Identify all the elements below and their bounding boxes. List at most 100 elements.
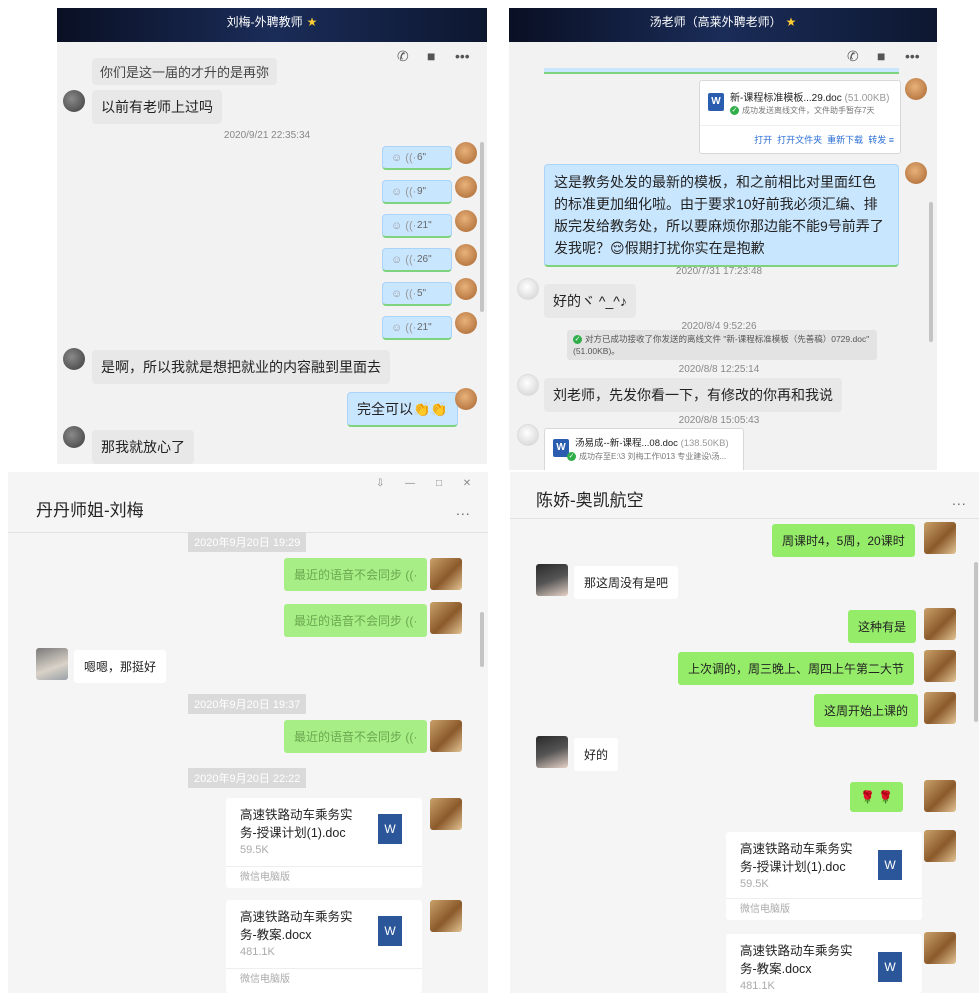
scrollbar[interactable] (929, 202, 933, 342)
avatar[interactable] (36, 648, 68, 680)
voice-message[interactable]: ☺ ((· 26" (382, 248, 452, 272)
timestamp: 2020年9月20日 19:37 (188, 694, 307, 714)
avatar[interactable] (455, 312, 477, 334)
message-bubble: 上次调的，周三晚上、周四上午第二大节 (678, 652, 915, 685)
scrollbar[interactable] (480, 142, 484, 312)
more-icon[interactable]: ... (952, 492, 967, 508)
avatar[interactable] (536, 736, 568, 768)
file-card[interactable]: 高速铁路动车乘务实务-授课计划(1).doc 59.5K W 微信电脑版 (226, 798, 422, 888)
message-bubble: 是啊，所以我就是想把就业的内容融到里面去 (92, 350, 390, 384)
video-icon[interactable]: ■ (427, 48, 435, 64)
avatar[interactable] (455, 278, 477, 300)
more-icon[interactable]: ••• (905, 48, 920, 64)
file-card[interactable]: W 新-课程标准模板...29.doc (51.00KB) ✓ 成功发送离线文件，… (699, 80, 901, 154)
message-bubble: 好的ヾ ^_^♪ (544, 284, 636, 318)
file-name: 新-课程标准模板...29.doc (730, 93, 842, 104)
timestamp: 2020/9/21 22:35:34 (223, 130, 311, 141)
file-size: 481.1K (240, 946, 275, 958)
avatar[interactable] (455, 210, 477, 232)
voice-icon: ((· (405, 614, 418, 628)
avatar[interactable] (430, 558, 462, 590)
message-bubble: 好的 (574, 738, 619, 771)
minimize-icon[interactable]: — (405, 478, 415, 489)
file-size: 481.1K (740, 980, 775, 992)
timestamp: 2020/8/8 15:05:43 (678, 415, 760, 426)
menu-icon[interactable]: ≡ (889, 135, 894, 145)
avatar[interactable] (430, 900, 462, 932)
phone-icon[interactable]: ✆ (397, 48, 409, 65)
redownload-link[interactable]: 重新下载 (827, 135, 863, 145)
avatar[interactable] (63, 426, 85, 448)
file-status: 成功发送离线文件，文件助手暂存7天 (742, 106, 875, 115)
scrollbar[interactable] (974, 562, 978, 722)
avatar[interactable] (536, 564, 568, 596)
avatar[interactable] (455, 388, 477, 410)
avatar[interactable] (455, 142, 477, 164)
chat-panel-chenjiao-wechat: 陈娇-奥凯航空 ... 周课时4，5周，20课时 那这周没有是吧 这种有是 上次… (510, 472, 979, 993)
file-size: 59.5K (740, 878, 769, 890)
avatar[interactable] (430, 720, 462, 752)
avatar[interactable] (63, 90, 85, 112)
avatar[interactable] (924, 522, 956, 554)
window-title-bar: 刘梅-外聘教师 ★ (57, 8, 487, 42)
maximize-icon[interactable]: □ (436, 478, 442, 489)
avatar[interactable] (517, 278, 539, 300)
file-card[interactable]: 高速铁路动车乘务实务-教案.docx 481.1K W (726, 934, 922, 993)
message-list[interactable]: 你们是这一届的才升的是再弥 以前有老师上过吗 2020/9/21 22:35:3… (57, 58, 487, 464)
avatar[interactable] (430, 602, 462, 634)
avatar[interactable] (455, 244, 477, 266)
forward-link[interactable]: 转发 (868, 135, 886, 145)
voice-message[interactable]: ☺ ((· 5" (382, 282, 452, 306)
file-footer: 微信电脑版 (226, 968, 422, 990)
message-list[interactable]: W 新-课程标准模板...29.doc (51.00KB) ✓ 成功发送离线文件，… (509, 68, 937, 470)
check-icon: ✓ (573, 335, 582, 345)
avatar[interactable] (430, 798, 462, 830)
avatar[interactable] (924, 932, 956, 964)
word-doc-icon: W (878, 952, 902, 982)
open-file-link[interactable]: 打开 (754, 135, 772, 145)
message-bubble: 这是教务处发的最新的模板，和之前相比对里面红色的标准更加细化啦。由于要求10好前… (544, 164, 899, 267)
file-card[interactable]: 高速铁路动车乘务实务-授课计划(1).doc 59.5K W 微信电脑版 (726, 832, 922, 920)
message-bubble: 那我就放心了 (92, 430, 194, 464)
avatar[interactable] (924, 608, 956, 640)
window-title-bar: 汤老师（高莱外聘老师） ★ (509, 8, 937, 42)
message-bubble: 完全可以👏👏 (347, 392, 458, 427)
system-notice-text: 对方已成功接收了你发送的离线文件 "新-课程标准模板（先善稿）0729.doc"… (573, 334, 870, 356)
file-status: 成功存至E:\3 刘梅工作\013 专业建设\汤... (579, 452, 727, 461)
voice-message[interactable]: ☺ ((· 6" (382, 146, 452, 170)
avatar[interactable] (63, 348, 85, 370)
phone-icon[interactable]: ✆ (847, 48, 859, 65)
avatar[interactable] (905, 162, 927, 184)
chat-title: 陈娇-奥凯航空 (536, 491, 644, 510)
close-icon[interactable]: ✕ (463, 478, 471, 489)
file-name: 高速铁路动车乘务实务-教案.docx (740, 944, 853, 976)
video-icon[interactable]: ■ (877, 48, 885, 64)
pin-icon[interactable]: ⇩ (376, 478, 384, 489)
file-card[interactable]: 高速铁路动车乘务实务-教案.docx 481.1K W 微信电脑版 (226, 900, 422, 993)
avatar[interactable] (455, 176, 477, 198)
voice-message[interactable]: ☺ ((· 9" (382, 180, 452, 204)
timestamp: 2020年9月20日 19:29 (188, 532, 307, 552)
open-folder-link[interactable]: 打开文件夹 (777, 135, 822, 145)
scrollbar[interactable] (480, 612, 484, 667)
avatar[interactable] (517, 424, 539, 446)
file-size: (138.50KB) (680, 438, 729, 449)
file-footer: 微信电脑版 (226, 866, 422, 888)
file-name: 高速铁路动车乘务实务-教案.docx (240, 910, 353, 942)
message-bubble: 这周开始上课的 (814, 694, 919, 727)
avatar[interactable] (924, 780, 956, 812)
voice-message[interactable]: ☺ ((· 21" (382, 316, 452, 340)
voice-icon: ☺ ((· (391, 220, 417, 232)
avatar[interactable] (924, 830, 956, 862)
more-icon[interactable]: ... (456, 502, 471, 518)
avatar[interactable] (905, 78, 927, 100)
avatar[interactable] (924, 650, 956, 682)
voice-notice-text: 最近的语音不会同步 (294, 730, 403, 744)
message-bubble: 那这周没有是吧 (574, 566, 679, 599)
file-card[interactable]: W 汤易成--新-课程...08.doc (138.50KB) ✓ 成功存至E:\… (544, 428, 744, 470)
voice-message[interactable]: ☺ ((· 21" (382, 214, 452, 238)
avatar[interactable] (517, 374, 539, 396)
voice-icon: ☺ ((· (391, 254, 417, 266)
more-icon[interactable]: ••• (455, 48, 470, 64)
avatar[interactable] (924, 692, 956, 724)
